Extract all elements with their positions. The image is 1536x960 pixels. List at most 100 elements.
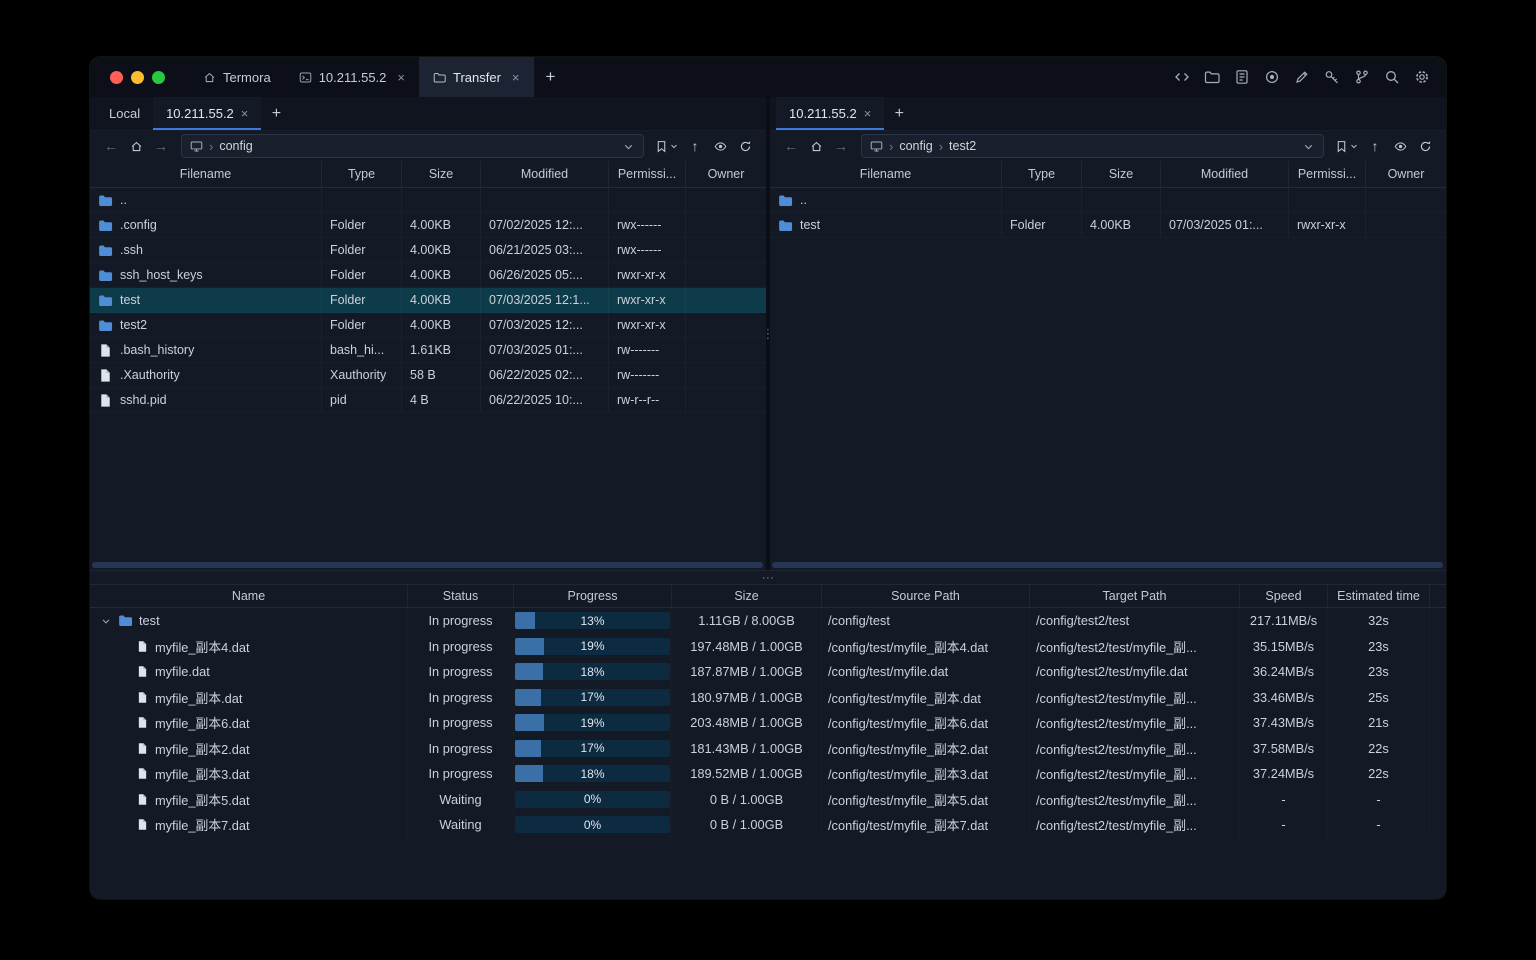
file-name-cell: sshd.pid xyxy=(90,388,322,412)
column-header-size[interactable]: Size xyxy=(672,585,822,607)
column-header-modified[interactable]: Modified xyxy=(481,161,609,187)
new-panel-tab-button[interactable]: + xyxy=(884,97,914,130)
parent-directory-button[interactable]: ↑ xyxy=(684,135,706,157)
path-combobox[interactable]: › config xyxy=(181,134,644,158)
file-manager-button[interactable] xyxy=(1200,65,1224,89)
file-icon xyxy=(136,640,149,653)
forward-button[interactable]: → xyxy=(830,135,852,157)
close-window-button[interactable] xyxy=(110,70,123,84)
tab-remote-session[interactable]: 10.211.55.2 × xyxy=(776,97,885,130)
file-row[interactable]: .bash_history bash_hi... 1.61KB 07/03/20… xyxy=(90,338,766,363)
owner-cell xyxy=(686,288,766,312)
column-header-estimated-time[interactable]: Estimated time xyxy=(1328,585,1430,607)
new-panel-tab-button[interactable]: + xyxy=(261,97,291,130)
file-row-selected[interactable]: test Folder 4.00KB 07/03/2025 12:1... rw… xyxy=(90,288,766,313)
file-row[interactable]: sshd.pid pid 4 B 06/22/2025 10:... rw-r-… xyxy=(90,388,766,413)
path-combobox[interactable]: › config › test2 xyxy=(861,134,1324,158)
search-button[interactable] xyxy=(1380,65,1404,89)
edit-button[interactable] xyxy=(1290,65,1314,89)
home-button[interactable] xyxy=(805,135,827,157)
close-tab-icon[interactable]: × xyxy=(397,70,405,85)
minimize-window-button[interactable] xyxy=(131,70,144,84)
file-row[interactable]: .. xyxy=(770,188,1446,213)
file-row[interactable]: .. xyxy=(90,188,766,213)
show-hidden-files-button[interactable] xyxy=(709,135,731,157)
transfer-row[interactable]: myfile_副本3.dat In progress 18% 189.52MB … xyxy=(90,761,1446,787)
log-button[interactable] xyxy=(1230,65,1254,89)
transfer-row[interactable]: myfile_副本6.dat In progress 19% 203.48MB … xyxy=(90,710,1446,736)
transfer-row-folder[interactable]: test In progress 13% 1.11GB / 8.00GB /co… xyxy=(90,608,1446,634)
file-row[interactable]: .ssh Folder 4.00KB 06/21/2025 03:... rwx… xyxy=(90,238,766,263)
transfer-row[interactable]: myfile.dat In progress 18% 187.87MB / 1.… xyxy=(90,659,1446,685)
bookmarks-button[interactable] xyxy=(1333,140,1361,153)
back-button[interactable]: ← xyxy=(100,135,122,157)
tab-terminal-session[interactable]: 10.211.55.2 × xyxy=(285,57,419,97)
scrollbar-strip xyxy=(1430,685,1446,711)
column-header-name[interactable]: Name xyxy=(90,585,408,607)
show-hidden-files-button[interactable] xyxy=(1389,135,1411,157)
transfer-row[interactable]: myfile_副本7.dat Waiting 0% 0 B / 1.00GB /… xyxy=(90,812,1446,838)
refresh-button[interactable] xyxy=(1414,135,1436,157)
tab-transfer[interactable]: Transfer × xyxy=(419,57,534,97)
column-header-type[interactable]: Type xyxy=(1002,161,1082,187)
transfer-row[interactable]: myfile_副本2.dat In progress 17% 181.43MB … xyxy=(90,736,1446,762)
size-cell: 0 B / 1.00GB xyxy=(709,791,784,807)
column-header-filename[interactable]: Filename xyxy=(770,161,1002,187)
column-header-status[interactable]: Status xyxy=(408,585,514,607)
collapse-chevron-icon[interactable] xyxy=(100,615,112,627)
progress-label: 0% xyxy=(583,792,602,807)
column-header-target-path[interactable]: Target Path xyxy=(1030,585,1240,607)
close-tab-icon[interactable]: × xyxy=(241,106,249,121)
column-header-owner[interactable]: Owner xyxy=(686,161,766,187)
chevron-down-icon[interactable] xyxy=(1302,140,1315,153)
parent-directory-button[interactable]: ↑ xyxy=(1364,135,1386,157)
tab-remote-session[interactable]: 10.211.55.2 × xyxy=(153,97,262,130)
column-header-source-path[interactable]: Source Path xyxy=(822,585,1030,607)
column-header-permissions[interactable]: Permissi... xyxy=(609,161,686,187)
close-tab-icon[interactable]: × xyxy=(512,70,520,85)
progress-bar: 19% xyxy=(515,714,670,732)
owner-cell xyxy=(1366,188,1446,212)
transfer-row[interactable]: myfile_副本5.dat Waiting 0% 0 B / 1.00GB /… xyxy=(90,787,1446,813)
column-header-progress[interactable]: Progress xyxy=(514,585,672,607)
horizontal-scrollbar[interactable] xyxy=(772,562,1443,568)
maximize-window-button[interactable] xyxy=(152,70,165,84)
file-row[interactable]: test2 Folder 4.00KB 07/03/2025 12:... rw… xyxy=(90,313,766,338)
column-header-size[interactable]: Size xyxy=(402,161,481,187)
transfer-splitter[interactable]: ⋯ xyxy=(90,570,1446,585)
transfer-row[interactable]: myfile_副本.dat In progress 17% 180.97MB /… xyxy=(90,685,1446,711)
tab-termora[interactable]: Termora xyxy=(189,57,285,97)
refresh-button[interactable] xyxy=(734,135,756,157)
file-row[interactable]: test Folder 4.00KB 07/03/2025 01:... rwx… xyxy=(770,213,1446,238)
column-header-modified[interactable]: Modified xyxy=(1161,161,1289,187)
column-header-filename[interactable]: Filename xyxy=(90,161,322,187)
column-header-permissions[interactable]: Permissi... xyxy=(1289,161,1366,187)
code-button[interactable] xyxy=(1170,65,1194,89)
bookmarks-button[interactable] xyxy=(653,140,681,153)
file-row[interactable]: .config Folder 4.00KB 07/02/2025 12:... … xyxy=(90,213,766,238)
column-header-speed[interactable]: Speed xyxy=(1240,585,1328,607)
chevron-down-icon[interactable] xyxy=(622,140,635,153)
forward-button[interactable]: → xyxy=(150,135,172,157)
transfer-name: myfile_副本6.dat xyxy=(155,716,250,732)
new-tab-button[interactable]: + xyxy=(534,57,568,97)
key-manager-button[interactable] xyxy=(1320,65,1344,89)
column-header-type[interactable]: Type xyxy=(322,161,402,187)
file-row[interactable]: .Xauthority Xauthority 58 B 06/22/2025 0… xyxy=(90,363,766,388)
horizontal-scrollbar[interactable] xyxy=(92,562,763,568)
settings-button[interactable] xyxy=(1410,65,1434,89)
branch-button[interactable] xyxy=(1350,65,1374,89)
column-header-owner[interactable]: Owner xyxy=(1366,161,1446,187)
record-button[interactable] xyxy=(1260,65,1284,89)
transfer-name: myfile_副本3.dat xyxy=(155,767,250,783)
size-cell: 187.87MB / 1.00GB xyxy=(690,664,803,680)
tab-local[interactable]: Local xyxy=(96,97,153,130)
transfer-row[interactable]: myfile_副本4.dat In progress 19% 197.48MB … xyxy=(90,634,1446,660)
back-button[interactable]: ← xyxy=(780,135,802,157)
name-cell: myfile_副本.dat xyxy=(90,685,408,711)
home-button[interactable] xyxy=(125,135,147,157)
file-row[interactable]: ssh_host_keys Folder 4.00KB 06/26/2025 0… xyxy=(90,263,766,288)
column-header-size[interactable]: Size xyxy=(1082,161,1161,187)
target-path-cell: /config/test2/test/myfile_副... xyxy=(1036,792,1197,808)
close-tab-icon[interactable]: × xyxy=(864,106,872,121)
